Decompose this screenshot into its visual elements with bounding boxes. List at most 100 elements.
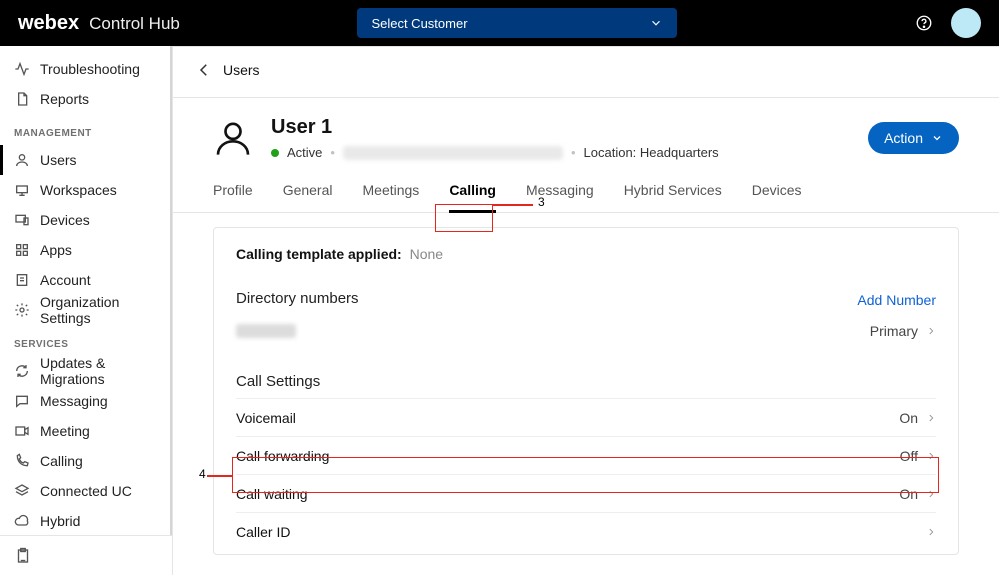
sidebar-item-devices[interactable]: Devices — [0, 205, 170, 235]
sidebar-item-label: Troubleshooting — [40, 61, 140, 77]
user-header: User 1 Active • • Location: Headquarters… — [173, 98, 999, 160]
sidebar-item-account[interactable]: Account — [0, 265, 170, 295]
setting-label: Call waiting — [236, 486, 308, 502]
directory-heading: Directory numbers — [236, 290, 359, 307]
sidebar-item-messaging[interactable]: Messaging — [0, 386, 170, 416]
back-icon[interactable] — [195, 61, 213, 79]
chevron-right-icon — [926, 326, 936, 336]
account-icon — [14, 272, 30, 288]
setting-value: Off — [900, 448, 918, 464]
main-content: Users User 1 Active • • Location: Headqu… — [173, 46, 999, 575]
action-button[interactable]: Action — [868, 122, 959, 154]
sidebar-item-workspaces[interactable]: Workspaces — [0, 175, 170, 205]
template-value: None — [410, 246, 443, 262]
devices-icon — [14, 212, 30, 228]
sidebar-item-label: Meeting — [40, 423, 90, 439]
action-button-label: Action — [884, 130, 923, 146]
stack-icon — [14, 483, 30, 499]
activity-icon — [14, 61, 30, 77]
tab-meetings[interactable]: Meetings — [363, 182, 420, 212]
calling-template-row: Calling template applied: None — [236, 246, 936, 262]
setting-caller-id[interactable]: Caller ID — [236, 512, 936, 550]
sidebar-item-label: Apps — [40, 242, 72, 258]
sidebar-heading-management: MANAGEMENT — [0, 114, 170, 145]
sidebar-item-label: Calling — [40, 453, 83, 469]
directory-tag: Primary — [870, 323, 918, 339]
apps-icon — [14, 242, 30, 258]
brand: webex Control Hub — [18, 12, 180, 35]
brand-subtitle: Control Hub — [89, 14, 180, 34]
chevron-right-icon — [926, 413, 936, 423]
separator: • — [571, 145, 576, 160]
setting-label: Voicemail — [236, 410, 296, 426]
gear-icon — [14, 302, 30, 318]
sidebar-item-reports[interactable]: Reports — [0, 84, 170, 114]
directory-row[interactable]: Primary — [236, 315, 936, 347]
sidebar-item-troubleshooting[interactable]: Troubleshooting — [0, 54, 170, 84]
setting-label: Call forwarding — [236, 448, 329, 464]
sidebar-item-label: Account — [40, 272, 91, 288]
clipboard-icon[interactable] — [14, 547, 32, 565]
chevron-right-icon — [926, 451, 936, 461]
sidebar-item-users[interactable]: Users — [0, 145, 170, 175]
chevron-right-icon — [926, 527, 936, 537]
add-number-link[interactable]: Add Number — [857, 292, 936, 308]
tabs: Profile General Meetings Calling Messagi… — [173, 160, 999, 213]
chevron-right-icon — [926, 489, 936, 499]
sidebar-item-label: Hybrid — [40, 513, 80, 529]
sidebar-item-label: Messaging — [40, 393, 108, 409]
brand-logo: webex — [18, 12, 79, 35]
template-label: Calling template applied: — [236, 246, 402, 262]
sidebar-item-label: Reports — [40, 91, 89, 107]
sidebar-item-org-settings[interactable]: Organization Settings — [0, 295, 170, 325]
sidebar-item-meeting[interactable]: Meeting — [0, 416, 170, 446]
phone-icon — [14, 453, 30, 469]
setting-call-waiting[interactable]: Call waiting On — [236, 474, 936, 512]
setting-label: Caller ID — [236, 524, 290, 540]
setting-call-forwarding[interactable]: Call forwarding Off — [236, 436, 936, 474]
user-name: User 1 — [271, 116, 719, 139]
sidebar-item-calling[interactable]: Calling — [0, 446, 170, 476]
breadcrumb-label[interactable]: Users — [223, 62, 260, 78]
sidebar-item-hybrid[interactable]: Hybrid — [0, 506, 170, 535]
sidebar: Troubleshooting Reports MANAGEMENT Users… — [0, 46, 173, 575]
user-location: Location: Headquarters — [584, 145, 719, 160]
sidebar-item-label: Devices — [40, 212, 90, 228]
customer-selector[interactable]: Select Customer — [357, 8, 677, 38]
cloud-icon — [14, 513, 30, 529]
tab-devices[interactable]: Devices — [752, 182, 802, 212]
chevron-down-icon — [931, 132, 943, 144]
setting-voicemail[interactable]: Voicemail On — [236, 398, 936, 436]
document-icon — [14, 91, 30, 107]
meeting-icon — [14, 423, 30, 439]
breadcrumb: Users — [173, 47, 999, 98]
sidebar-item-connected-uc[interactable]: Connected UC — [0, 476, 170, 506]
refresh-icon — [14, 363, 30, 379]
sidebar-item-label: Organization Settings — [40, 294, 156, 326]
sidebar-item-label: Updates & Migrations — [40, 355, 156, 387]
tab-calling[interactable]: Calling — [449, 182, 496, 213]
avatar[interactable] — [951, 8, 981, 38]
tab-messaging[interactable]: Messaging — [526, 182, 594, 212]
customer-selector-label: Select Customer — [371, 16, 467, 31]
sidebar-item-updates[interactable]: Updates & Migrations — [0, 356, 170, 386]
sidebar-item-label: Workspaces — [40, 182, 117, 198]
help-icon[interactable] — [915, 14, 933, 32]
tab-profile[interactable]: Profile — [213, 182, 253, 212]
tab-hybrid-services[interactable]: Hybrid Services — [624, 182, 722, 212]
separator: • — [330, 145, 335, 160]
call-settings-heading: Call Settings — [236, 373, 936, 390]
message-icon — [14, 393, 30, 409]
workspace-icon — [14, 182, 30, 198]
chevron-down-icon — [649, 16, 663, 30]
sidebar-item-label: Connected UC — [40, 483, 132, 499]
tab-general[interactable]: General — [283, 182, 333, 212]
top-bar: webex Control Hub Select Customer — [0, 0, 999, 46]
sidebar-footer — [0, 535, 172, 575]
user-icon — [14, 152, 30, 168]
sidebar-item-apps[interactable]: Apps — [0, 235, 170, 265]
setting-value: On — [899, 486, 918, 502]
sidebar-heading-services: SERVICES — [0, 325, 170, 356]
top-right-controls — [915, 8, 981, 38]
user-status: Active — [287, 145, 322, 160]
